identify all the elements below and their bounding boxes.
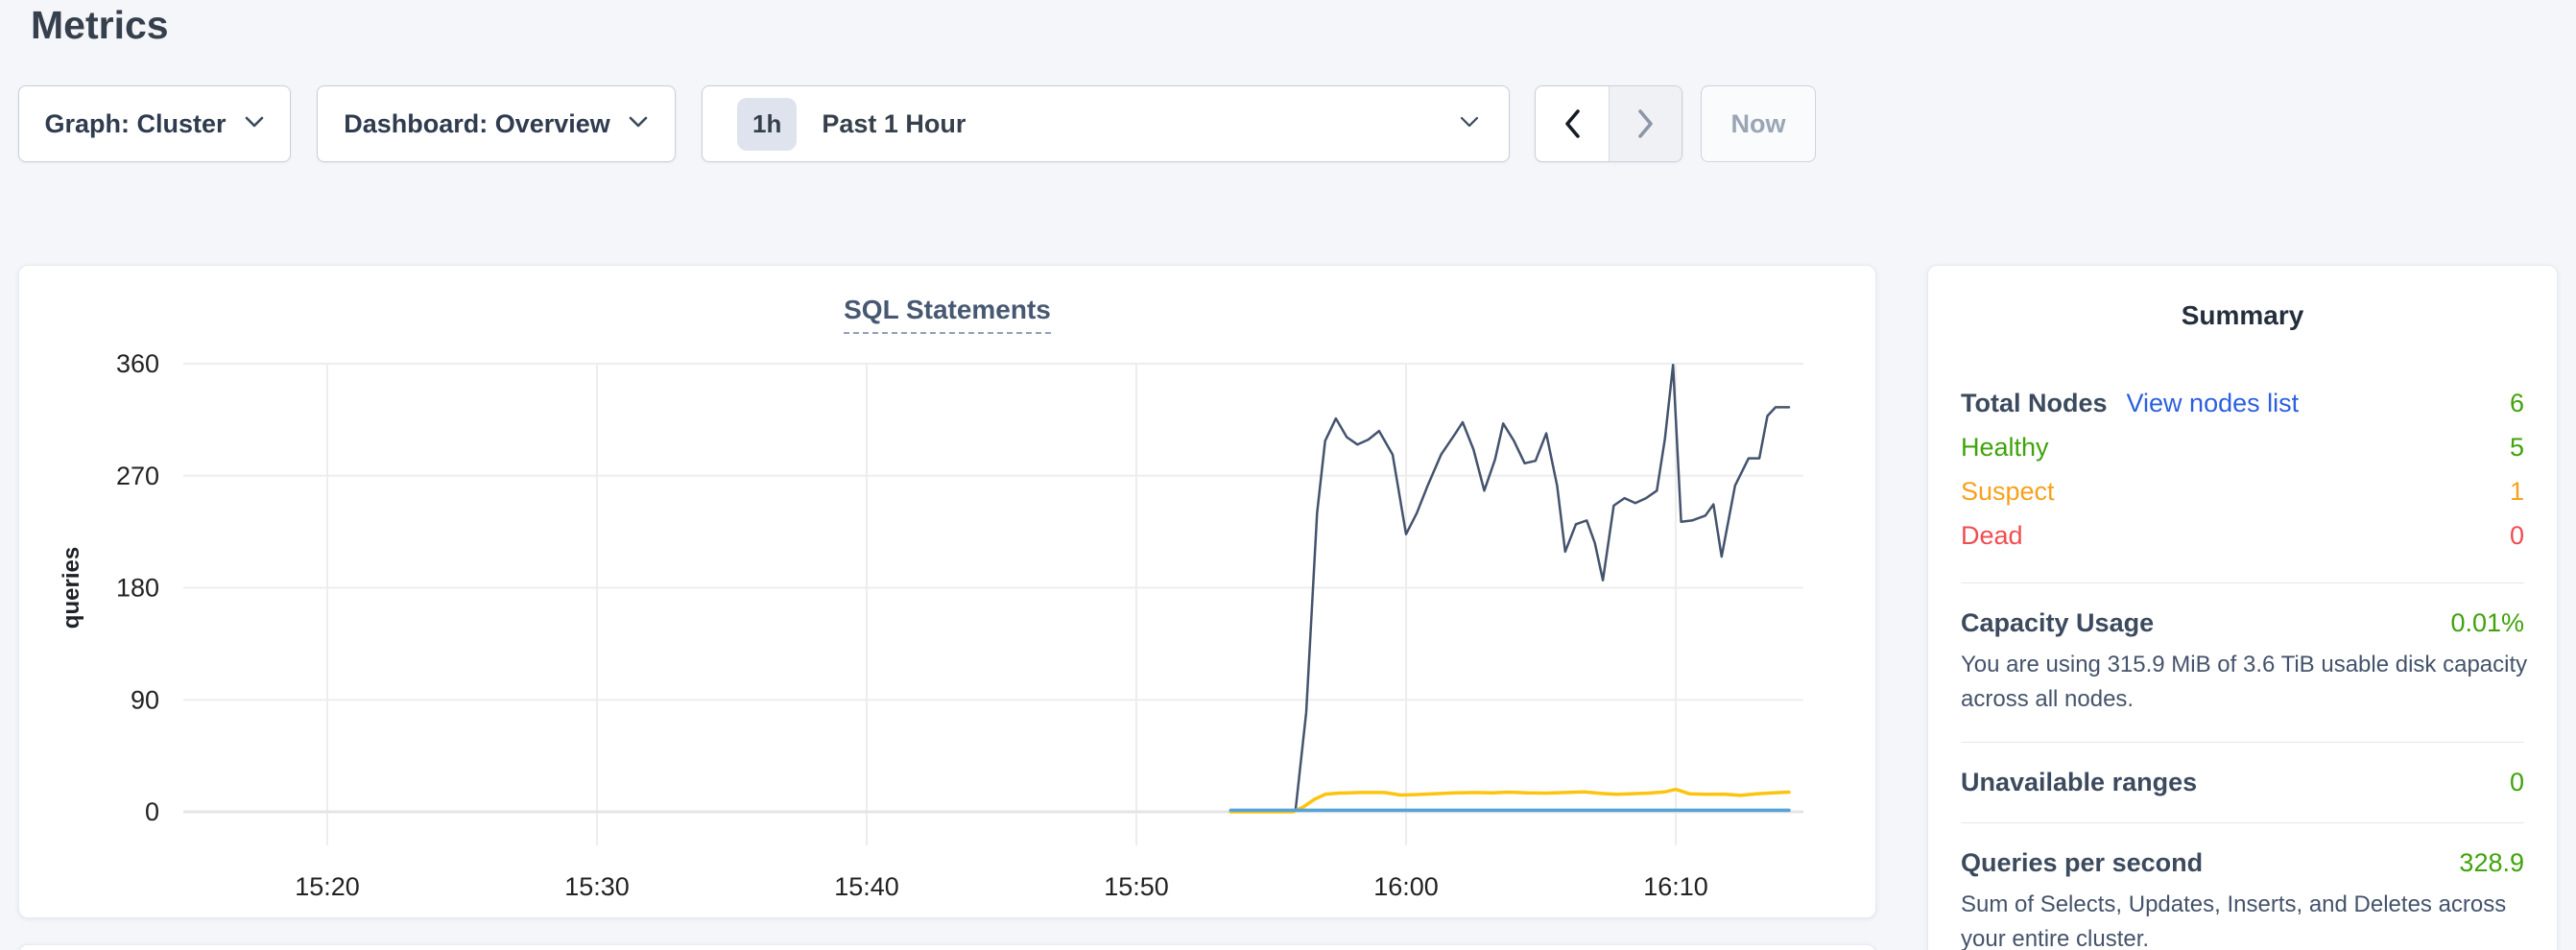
chevron-down-icon bbox=[1459, 115, 1480, 133]
total-nodes-row: Total Nodes View nodes list 6 bbox=[1961, 381, 2524, 425]
svg-text:270: 270 bbox=[116, 462, 159, 490]
time-range-dropdown[interactable]: 1h Past 1 Hour bbox=[702, 85, 1510, 162]
dashboard-dropdown[interactable]: Dashboard: Overview bbox=[317, 85, 676, 162]
page-title: Metrics bbox=[31, 0, 169, 50]
chevron-down-icon bbox=[628, 115, 649, 133]
svg-text:15:50: 15:50 bbox=[1104, 872, 1169, 901]
next-time-button[interactable] bbox=[1609, 86, 1682, 161]
svg-text:90: 90 bbox=[131, 685, 159, 714]
healthy-nodes-row: Healthy 5 bbox=[1961, 425, 2524, 469]
chevron-right-icon bbox=[1635, 107, 1657, 140]
qps-label: Queries per second bbox=[1961, 848, 2203, 878]
capacity-description: You are using 315.9 MiB of 3.6 TiB usabl… bbox=[1961, 648, 2537, 717]
prev-time-button[interactable] bbox=[1536, 86, 1609, 161]
svg-text:16:00: 16:00 bbox=[1373, 872, 1439, 901]
qps-description: Sum of Selects, Updates, Inserts, and De… bbox=[1961, 888, 2537, 950]
healthy-label: Healthy bbox=[1961, 433, 2049, 463]
summary-title: Summary bbox=[1961, 300, 2524, 331]
dead-nodes-row: Dead 0 bbox=[1961, 513, 2524, 558]
total-nodes-value: 6 bbox=[2510, 389, 2524, 418]
capacity-label: Capacity Usage bbox=[1961, 608, 2154, 638]
divider bbox=[1961, 582, 2524, 583]
suspect-nodes-row: Suspect 1 bbox=[1961, 469, 2524, 513]
svg-text:15:20: 15:20 bbox=[295, 872, 360, 901]
sql-statements-chart[interactable]: 15:20 15:30 15:40 15:50 16:00 16:10 0 90 180 270 3… bbox=[19, 266, 1875, 917]
total-nodes-label: Total Nodes bbox=[1961, 389, 2108, 418]
now-button[interactable]: Now bbox=[1701, 85, 1816, 162]
healthy-value: 5 bbox=[2510, 433, 2524, 463]
svg-text:0: 0 bbox=[145, 797, 159, 826]
svg-text:15:40: 15:40 bbox=[834, 872, 899, 901]
graph-dropdown-label: Graph: Cluster bbox=[44, 109, 226, 139]
time-window-nav bbox=[1535, 85, 1682, 162]
next-chart-card-edge bbox=[18, 944, 1876, 950]
unavailable-ranges-label: Unavailable ranges bbox=[1961, 768, 2197, 797]
qps-section: Queries per second 328.9 Sum of Selects,… bbox=[1961, 848, 2524, 950]
suspect-value: 1 bbox=[2510, 477, 2524, 507]
dead-label: Dead bbox=[1961, 521, 2023, 551]
unavailable-ranges-section: Unavailable ranges 0 bbox=[1961, 768, 2524, 797]
divider bbox=[1961, 742, 2524, 743]
chevron-down-icon bbox=[244, 115, 265, 133]
chevron-left-icon bbox=[1562, 107, 1583, 140]
sql-statements-card: SQL Statements 15:2015:3015:4015:5016:00… bbox=[18, 265, 1876, 918]
capacity-value: 0.01% bbox=[2450, 608, 2524, 638]
svg-text:queries: queries bbox=[59, 547, 84, 629]
capacity-section: Capacity Usage 0.01% You are using 315.9… bbox=[1961, 608, 2524, 717]
suspect-label: Suspect bbox=[1961, 477, 2055, 507]
svg-text:16:10: 16:10 bbox=[1643, 872, 1708, 901]
time-range-badge: 1h bbox=[737, 98, 797, 151]
nodes-table: Total Nodes View nodes list 6 Healthy 5 … bbox=[1961, 381, 2524, 558]
divider bbox=[1961, 822, 2524, 823]
summary-panel: Summary Total Nodes View nodes list 6 He… bbox=[1927, 265, 2558, 950]
graph-dropdown[interactable]: Graph: Cluster bbox=[18, 85, 291, 162]
time-range-label: Past 1 Hour bbox=[822, 109, 1442, 139]
unavailable-ranges-value: 0 bbox=[2510, 768, 2524, 797]
svg-text:360: 360 bbox=[116, 349, 159, 378]
qps-value: 328.9 bbox=[2459, 848, 2524, 878]
dead-value: 0 bbox=[2510, 521, 2524, 551]
view-nodes-list-link[interactable]: View nodes list bbox=[2127, 389, 2300, 418]
svg-text:180: 180 bbox=[116, 574, 159, 603]
dashboard-dropdown-label: Dashboard: Overview bbox=[344, 109, 610, 139]
svg-text:15:30: 15:30 bbox=[564, 872, 630, 901]
